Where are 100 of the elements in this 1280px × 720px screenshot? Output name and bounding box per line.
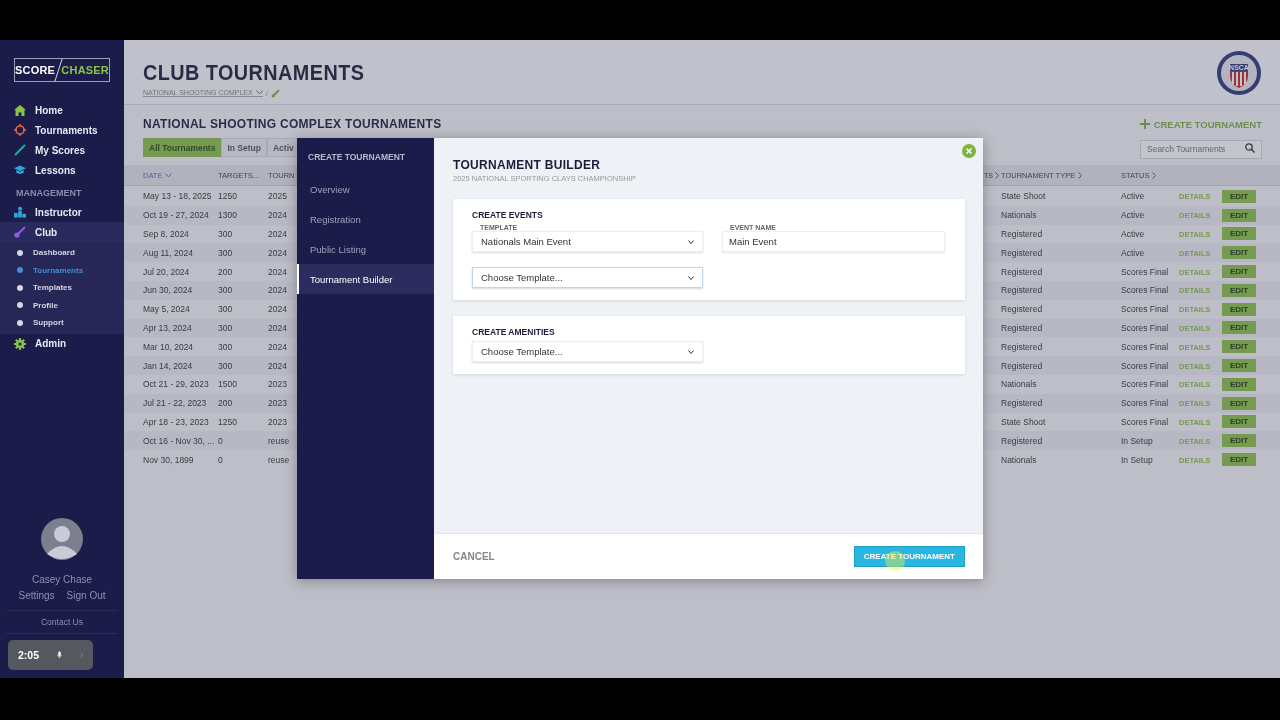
table-cell-text: Oct 19 - 27, 2024 (143, 210, 210, 221)
step-tab[interactable]: Tournament Builder (297, 264, 434, 294)
table-cell-text: Scores Final (1121, 285, 1170, 296)
edit-button[interactable]: EDIT (1222, 415, 1256, 429)
table-cell: 2024 (268, 304, 287, 315)
table-cell-text: Active (1121, 210, 1146, 221)
step-tab[interactable]: Registration (297, 204, 434, 234)
nav-item[interactable]: Admin (0, 333, 124, 354)
search-field[interactable]: Search Tournaments (1140, 139, 1262, 159)
edit-button[interactable]: EDIT (1222, 208, 1256, 222)
submenu-item[interactable]: Tournaments (0, 261, 124, 279)
table-cell-text: Apr 13, 2024 (143, 322, 193, 333)
template-select[interactable]: Choose Template... (472, 267, 703, 288)
card-title: CREATE AMENITIES (472, 327, 556, 337)
account-link[interactable]: Sign Out (66, 590, 106, 601)
step-tab[interactable]: Overview (297, 174, 434, 204)
table-cell-text: Registered (1001, 435, 1044, 446)
submenu-item[interactable]: Profile (0, 296, 124, 314)
table-cell: 2024 (268, 285, 287, 296)
table-cell-text: Active (1121, 247, 1146, 258)
table-cell: 2023 (268, 398, 287, 409)
cancel-button[interactable]: CANCEL (453, 551, 495, 562)
bullet-icon (17, 267, 23, 274)
caret-icon (688, 275, 694, 280)
table-cell-text: Scores Final (1121, 266, 1170, 277)
table-cell-text: Active (1121, 229, 1146, 239)
edit-button[interactable]: EDIT (1222, 377, 1256, 391)
edit-button[interactable]: EDIT (1222, 246, 1256, 260)
table-cell-text: Jul 21 - 22, 2023 (143, 398, 208, 409)
table-cell-text: 300 (218, 285, 234, 296)
nav-item[interactable]: Instructor (0, 202, 124, 222)
table-cell-text: 1250 (218, 191, 238, 202)
table-cell-text: Mar 10, 2024 (143, 341, 195, 352)
chevron-right-icon (1152, 171, 1157, 179)
table-cell-text: Oct 16 - Nov 30, ... (143, 435, 216, 446)
edit-button[interactable]: EDIT (1222, 340, 1256, 354)
table-cell-text: 200 (218, 266, 234, 277)
bullet-icon (17, 249, 23, 256)
edit-button[interactable]: EDIT (1222, 189, 1256, 203)
step-tab[interactable]: Public Listing (297, 234, 434, 264)
table-cell-text: State Shoot (1001, 416, 1047, 427)
edit-button[interactable]: EDIT (1222, 359, 1256, 373)
nav-item[interactable]: Club (0, 222, 124, 242)
bullet-icon (17, 319, 23, 326)
nav-item[interactable]: Lessons (0, 160, 124, 180)
edit-button[interactable]: EDIT (1222, 434, 1256, 448)
table-cell-text: 1500 (218, 379, 238, 390)
close-icon[interactable] (962, 144, 976, 158)
graduation-cap-icon (14, 165, 26, 175)
table-cell-text: 300 (218, 360, 234, 371)
account-link[interactable]: Settings (18, 590, 55, 601)
template-select[interactable]: Nationals Main Event (472, 231, 703, 252)
template-select[interactable]: Choose Template... (472, 341, 703, 362)
create-tournament-link[interactable]: CREATE TOURNAMENT (1139, 118, 1262, 130)
table-cell-text: Jul 20, 2024 (143, 266, 191, 277)
event-name-field[interactable]: Main Event (722, 231, 945, 252)
contact-link[interactable]: Contact Us (6, 610, 118, 634)
crosshair-icon (14, 124, 26, 136)
table-cell-text: Registered (1001, 266, 1044, 277)
table-cell-text: Registered (1001, 247, 1044, 258)
table-cell: 2024 (268, 341, 287, 352)
table-cell-text: Registered (1001, 229, 1044, 239)
table-cell-text: Oct 21 - 29, 2023 (143, 379, 210, 390)
table-cell-text: 300 (218, 341, 234, 352)
modal-step-heading: CREATE TOURNAMENT (307, 152, 406, 164)
table-cell: 2025 (268, 191, 287, 202)
edit-button[interactable]: EDIT (1222, 321, 1256, 335)
submenu-item[interactable]: Support (0, 314, 124, 332)
table-cell-text: Scores Final (1121, 322, 1170, 333)
table-cell: 2024 (268, 210, 287, 221)
edit-button[interactable]: EDIT (1222, 227, 1256, 241)
card-title: CREATE EVENTS (472, 210, 544, 220)
edit-button[interactable]: EDIT (1222, 396, 1256, 410)
table-cell-text: May 13 - 18, 2025 (143, 191, 213, 202)
table-cell: 2023 (268, 379, 287, 390)
bullet-icon (17, 302, 23, 309)
modal-title: TOURNAMENT BUILDER (453, 158, 602, 172)
logo[interactable]: SCORE CHASER (14, 58, 110, 82)
table-cell-text: Nationals (1001, 379, 1038, 390)
table-cell: reuse (268, 435, 290, 446)
table-cell-text: 1250 (218, 416, 238, 427)
nav-item[interactable]: Tournaments (0, 120, 124, 140)
table-cell-text: 1300 (218, 210, 238, 221)
nav-item[interactable]: Home (0, 100, 124, 120)
bullet-icon (17, 284, 23, 291)
table-cell: 2024 (268, 360, 287, 371)
nav-item[interactable]: My Scores (0, 140, 124, 160)
submenu-item[interactable]: Dashboard (0, 244, 124, 262)
filter-tab[interactable]: All Tournaments (143, 138, 222, 157)
table-cell-text: Scores Final (1121, 304, 1170, 315)
edit-button[interactable]: EDIT (1222, 302, 1256, 316)
page-title: CLUB TOURNAMENTS (143, 60, 365, 86)
edit-button[interactable]: EDIT (1222, 453, 1256, 467)
table-cell: 2024 (268, 266, 287, 277)
filter-tab[interactable]: In Setup (221, 138, 267, 157)
edit-button[interactable]: EDIT (1222, 283, 1256, 297)
create-tournament-button[interactable]: CREATE TOURNAMENT (853, 546, 965, 567)
table-cell-text: Registered (1001, 285, 1044, 296)
edit-button[interactable]: EDIT (1222, 265, 1256, 279)
submenu-item[interactable]: Templates (0, 279, 124, 297)
